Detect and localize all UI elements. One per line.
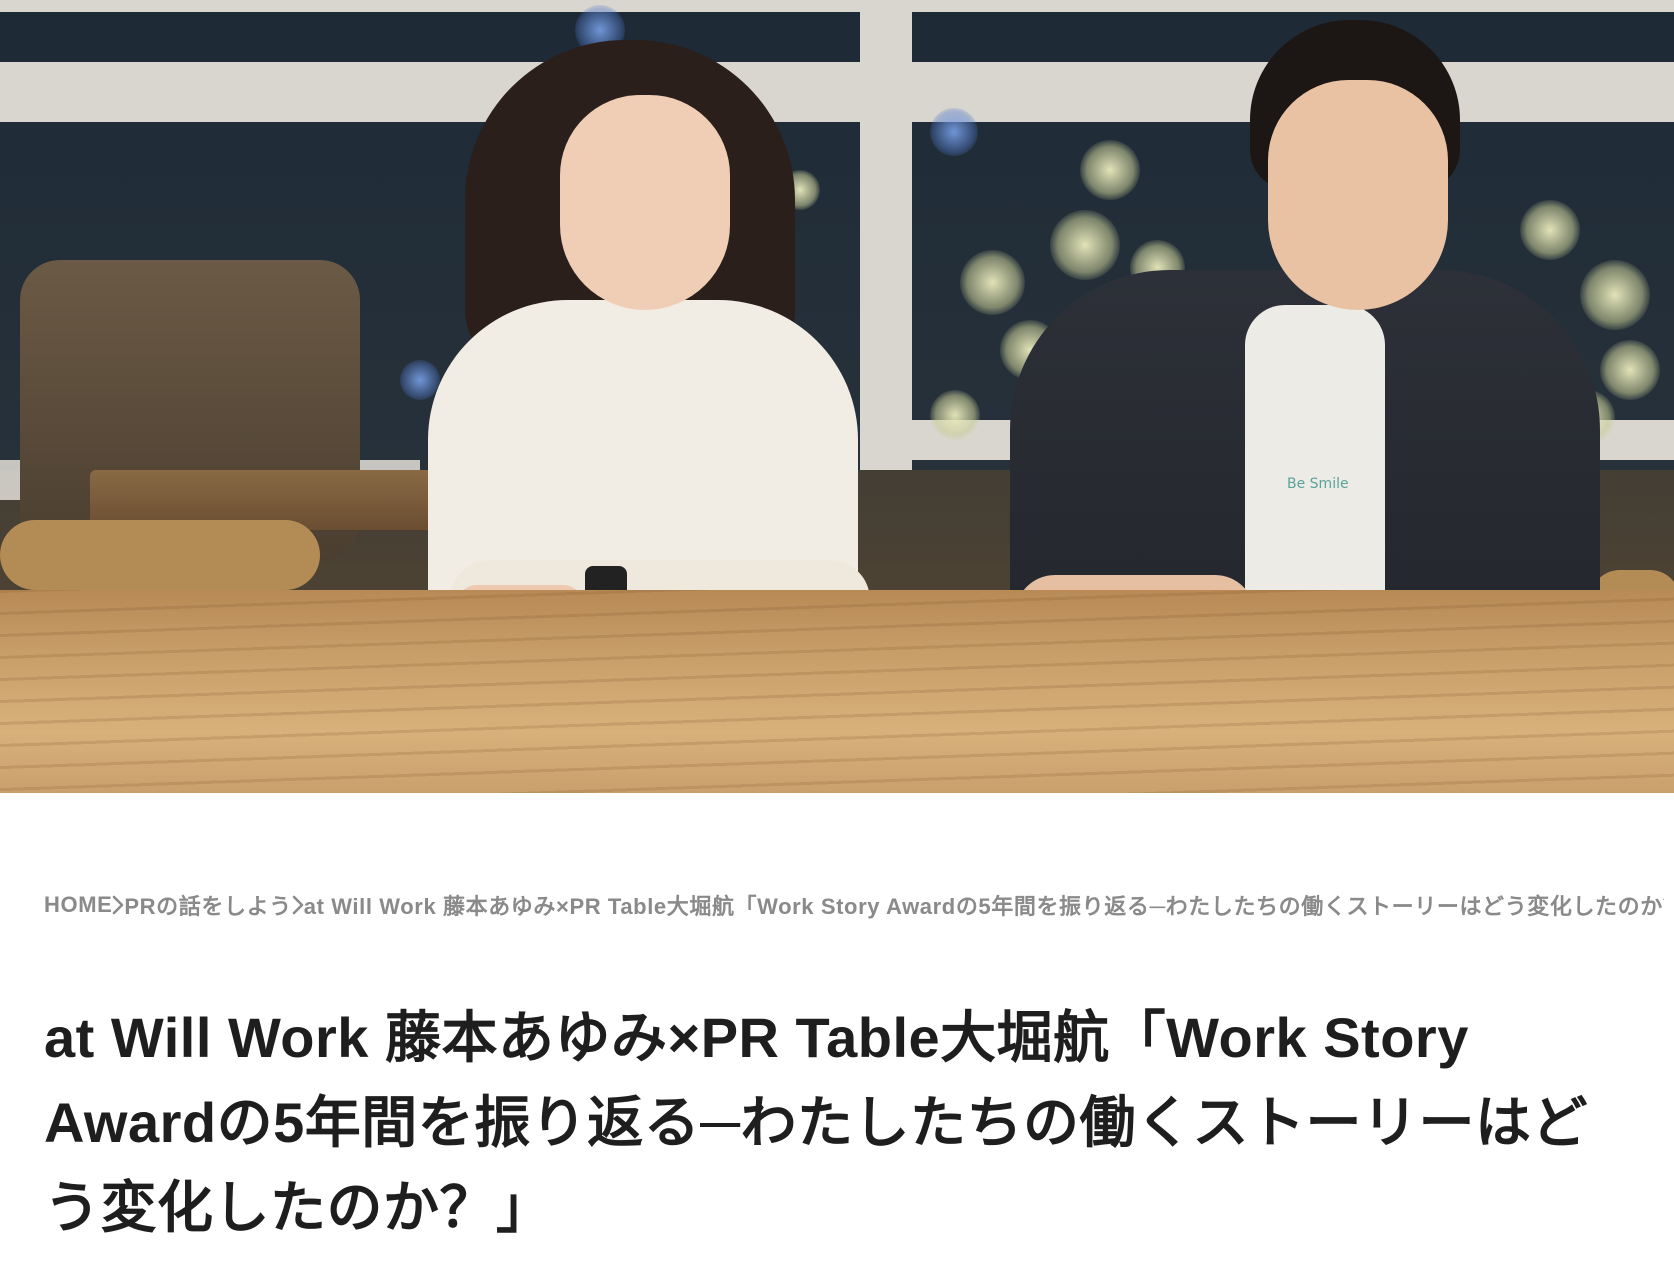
person-left-face (560, 95, 730, 310)
bokeh-light (1050, 210, 1120, 280)
breadcrumb: HOME PRの話をしよう at Will Work 藤本あゆみ×PR Tabl… (44, 888, 1664, 922)
breadcrumb-home-link[interactable]: HOME (44, 892, 112, 918)
chevron-right-icon (112, 888, 124, 922)
window-frame-vertical (860, 0, 912, 470)
person-right-shirt (1245, 305, 1385, 605)
bokeh-light (1520, 200, 1580, 260)
background-cushion (0, 520, 320, 590)
bokeh-light (930, 390, 980, 440)
bokeh-light (960, 250, 1025, 315)
bokeh-light (930, 108, 978, 156)
bokeh-light (1600, 340, 1660, 400)
bokeh-light (1080, 140, 1140, 200)
chevron-right-icon (292, 888, 304, 922)
wooden-table (0, 590, 1674, 793)
breadcrumb-category-link[interactable]: PRの話をしよう (124, 889, 291, 921)
bokeh-light (400, 360, 440, 400)
person-right-face (1268, 80, 1448, 310)
window-frame-top (0, 0, 1674, 12)
article-page: Be Smile HOME PRの話をしよう at Will Work 藤本あゆ… (0, 0, 1674, 1286)
hero-photo: Be Smile (0, 0, 1674, 793)
bokeh-light (1580, 260, 1650, 330)
shirt-print: Be Smile (1287, 476, 1349, 492)
article-title: at Will Work 藤本あゆみ×PR Table大堀航「Work Stor… (44, 1006, 1588, 1239)
breadcrumb-current-page: at Will Work 藤本あゆみ×PR Table大堀航「Work Stor… (303, 894, 1664, 919)
